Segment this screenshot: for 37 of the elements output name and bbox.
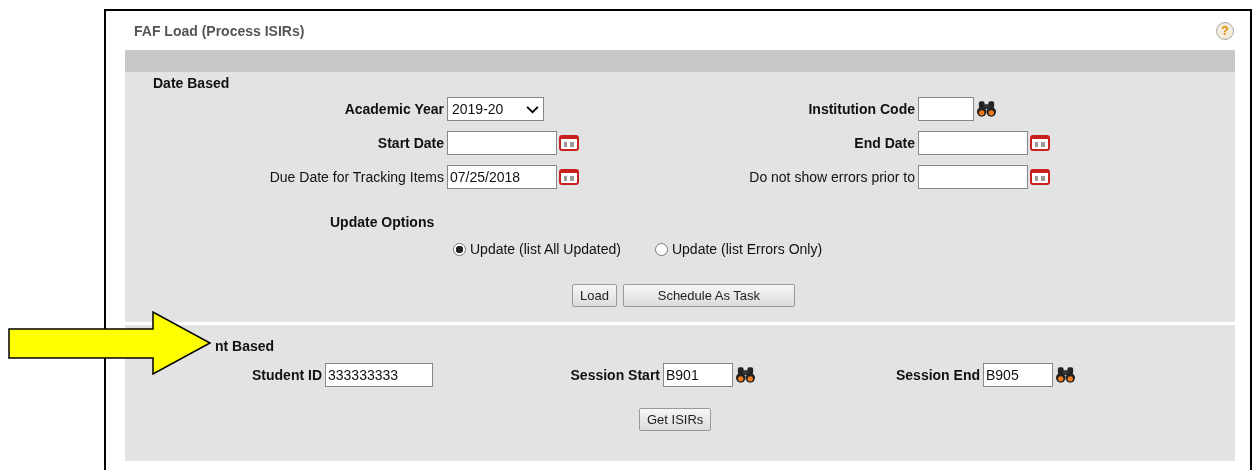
page-title: FAF Load (Process ISIRs) [134,22,305,39]
input-field[interactable] [918,97,974,121]
input-field[interactable]: B905 [983,363,1053,387]
input-field[interactable] [447,131,557,155]
input-field[interactable]: 333333333 [325,363,433,387]
action-button[interactable]: Get ISIRs [639,408,712,431]
calendar-icon[interactable] [559,169,579,185]
field-label: End Date [853,135,916,151]
calendar-icon[interactable] [559,135,579,151]
caret-icon[interactable] [526,104,539,114]
field-label: Session End [894,367,981,383]
radio-option[interactable]: Update (list All Updated) [453,241,621,257]
radio-button[interactable] [453,242,466,256]
academic-year-dropdown[interactable]: 2019-20 [447,97,544,121]
field-label: Do not show errors prior to [748,169,916,185]
binoculars-icon[interactable] [976,100,997,118]
radio-option[interactable]: Update (list Errors Only) [654,241,823,257]
binoculars-icon[interactable] [1055,366,1076,384]
action-button[interactable]: Load [572,284,617,307]
field-label: Session Start [569,367,661,383]
action-button[interactable]: Schedule As Task [622,284,795,307]
update-options-label: Update Options [330,213,436,232]
input-field[interactable]: 07/25/2018 [447,165,557,189]
field-label: Institution Code [807,101,916,117]
field-label: Start Date [376,135,445,151]
section-title: Date Based [153,74,231,92]
calendar-icon[interactable] [1030,135,1050,151]
input-field[interactable] [918,165,1028,189]
radio-button[interactable] [654,242,668,256]
field-label: Academic Year [343,101,445,117]
binoculars-icon[interactable] [735,366,756,384]
calendar-icon[interactable] [1030,169,1050,185]
field-label: Student ID [251,367,323,383]
input-field[interactable]: B901 [663,363,733,387]
field-label: Due Date for Tracking Items [268,169,445,185]
input-field[interactable] [918,131,1028,155]
section-title: nt Based [215,337,276,355]
